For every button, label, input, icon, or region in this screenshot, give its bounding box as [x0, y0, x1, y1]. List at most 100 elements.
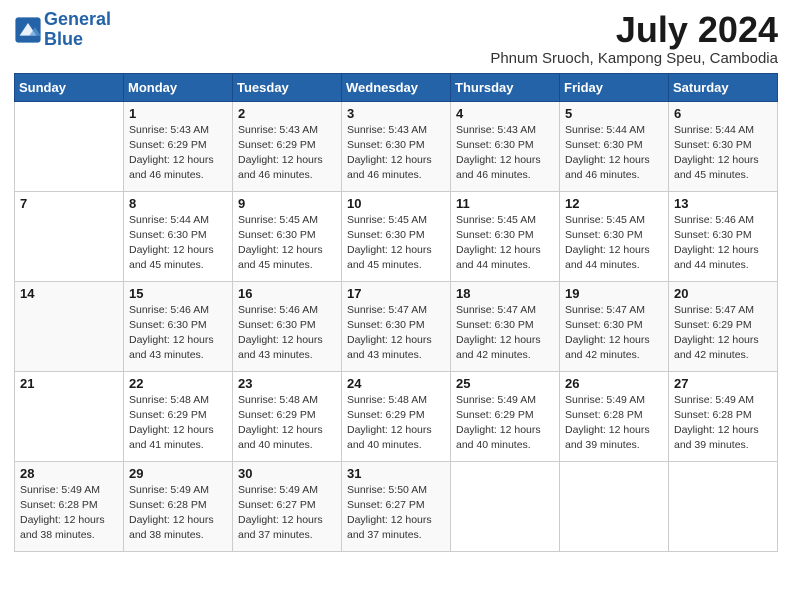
day-info: Sunrise: 5:49 AMSunset: 6:28 PMDaylight:…	[20, 483, 119, 544]
day-number: 25	[456, 376, 555, 391]
calendar-table: Sunday Monday Tuesday Wednesday Thursday…	[14, 73, 778, 552]
logo-text: General Blue	[44, 10, 111, 50]
day-info: Sunrise: 5:49 AMSunset: 6:28 PMDaylight:…	[129, 483, 228, 544]
day-number: 31	[347, 466, 446, 481]
day-info: Sunrise: 5:45 AMSunset: 6:30 PMDaylight:…	[238, 213, 337, 274]
header: General Blue July 2024 Phnum Sruoch, Kam…	[14, 10, 778, 67]
day-number: 15	[129, 286, 228, 301]
day-info: Sunrise: 5:49 AMSunset: 6:27 PMDaylight:…	[238, 483, 337, 544]
logo-line1: General	[44, 9, 111, 29]
day-number: 10	[347, 196, 446, 211]
table-row: 8 Sunrise: 5:44 AMSunset: 6:30 PMDaylight…	[124, 191, 233, 281]
calendar-week-row: 14 15 Sunrise: 5:46 AMSunset: 6:30 PMDayli…	[15, 281, 778, 371]
day-info: Sunrise: 5:45 AMSunset: 6:30 PMDaylight:…	[456, 213, 555, 274]
day-info: Sunrise: 5:49 AMSunset: 6:29 PMDaylight:…	[456, 393, 555, 454]
logo-icon	[14, 16, 42, 44]
calendar-week-row: 21 22Sunrise: 5:48 AMSunset: 6:29 PMDayli…	[15, 371, 778, 461]
day-number: 16	[238, 286, 337, 301]
table-row: 19 Sunrise: 5:47 AMSunset: 6:30 PMDayligh…	[560, 281, 669, 371]
day-info: Sunrise: 5:48 AMSunset: 6:29 PMDaylight:…	[129, 393, 228, 454]
table-row: 14	[15, 281, 124, 371]
title-block: July 2024 Phnum Sruoch, Kampong Speu, Ca…	[490, 10, 778, 67]
day-number: 2	[238, 106, 337, 121]
table-row	[451, 461, 560, 551]
day-number: 19	[565, 286, 664, 301]
col-friday: Friday	[560, 73, 669, 101]
table-row: 6 Sunrise: 5:44 AMSunset: 6:30 PMDaylight…	[669, 101, 778, 191]
day-info: Sunrise: 5:48 AMSunset: 6:29 PMDaylight:…	[347, 393, 446, 454]
day-info: Sunrise: 5:47 AMSunset: 6:29 PMDaylight:…	[674, 303, 773, 364]
day-number: 29	[129, 466, 228, 481]
table-row: 18 Sunrise: 5:47 AMSunset: 6:30 PMDayligh…	[451, 281, 560, 371]
day-number: 14	[20, 286, 119, 301]
table-row: 12 Sunrise: 5:45 AMSunset: 6:30 PMDayligh…	[560, 191, 669, 281]
col-thursday: Thursday	[451, 73, 560, 101]
table-row: 26 Sunrise: 5:49 AMSunset: 6:28 PMDayligh…	[560, 371, 669, 461]
table-row	[560, 461, 669, 551]
calendar-header-row: Sunday Monday Tuesday Wednesday Thursday…	[15, 73, 778, 101]
table-row: 4Sunrise: 5:43 AMSunset: 6:30 PMDaylight…	[451, 101, 560, 191]
day-number: 11	[456, 196, 555, 211]
day-info: Sunrise: 5:45 AMSunset: 6:30 PMDaylight:…	[347, 213, 446, 274]
month-title: July 2024	[490, 10, 778, 50]
table-row: 24 Sunrise: 5:48 AMSunset: 6:29 PMDayligh…	[342, 371, 451, 461]
day-number: 20	[674, 286, 773, 301]
table-row: 15 Sunrise: 5:46 AMSunset: 6:30 PMDayligh…	[124, 281, 233, 371]
table-row: 13Sunrise: 5:46 AMSunset: 6:30 PMDayligh…	[669, 191, 778, 281]
col-wednesday: Wednesday	[342, 73, 451, 101]
day-info: Sunrise: 5:47 AMSunset: 6:30 PMDaylight:…	[565, 303, 664, 364]
table-row: 16Sunrise: 5:46 AMSunset: 6:30 PMDayligh…	[233, 281, 342, 371]
day-number: 21	[20, 376, 119, 391]
table-row: 9Sunrise: 5:45 AMSunset: 6:30 PMDaylight…	[233, 191, 342, 281]
day-number: 7	[20, 196, 119, 211]
table-row: 3 Sunrise: 5:43 AMSunset: 6:30 PMDaylight…	[342, 101, 451, 191]
logo-line2: Blue	[44, 29, 83, 49]
day-info: Sunrise: 5:47 AMSunset: 6:30 PMDaylight:…	[347, 303, 446, 364]
calendar-week-row: 78 Sunrise: 5:44 AMSunset: 6:30 PMDayligh…	[15, 191, 778, 281]
day-number: 26	[565, 376, 664, 391]
day-number: 6	[674, 106, 773, 121]
table-row: 5Sunrise: 5:44 AMSunset: 6:30 PMDaylight…	[560, 101, 669, 191]
col-tuesday: Tuesday	[233, 73, 342, 101]
day-number: 3	[347, 106, 446, 121]
table-row: 20 Sunrise: 5:47 AMSunset: 6:29 PMDayligh…	[669, 281, 778, 371]
day-number: 13	[674, 196, 773, 211]
day-info: Sunrise: 5:44 AMSunset: 6:30 PMDaylight:…	[674, 123, 773, 184]
col-sunday: Sunday	[15, 73, 124, 101]
day-number: 30	[238, 466, 337, 481]
day-info: Sunrise: 5:49 AMSunset: 6:28 PMDaylight:…	[565, 393, 664, 454]
day-info: Sunrise: 5:43 AMSunset: 6:30 PMDaylight:…	[347, 123, 446, 184]
page: General Blue July 2024 Phnum Sruoch, Kam…	[0, 0, 792, 612]
table-row: 22Sunrise: 5:48 AMSunset: 6:29 PMDayligh…	[124, 371, 233, 461]
day-number: 17	[347, 286, 446, 301]
day-number: 24	[347, 376, 446, 391]
day-number: 5	[565, 106, 664, 121]
table-row: 17 Sunrise: 5:47 AMSunset: 6:30 PMDayligh…	[342, 281, 451, 371]
table-row	[669, 461, 778, 551]
table-row: 1Sunrise: 5:43 AMSunset: 6:29 PMDaylight…	[124, 101, 233, 191]
day-info: Sunrise: 5:50 AMSunset: 6:27 PMDaylight:…	[347, 483, 446, 544]
day-info: Sunrise: 5:44 AMSunset: 6:30 PMDaylight:…	[129, 213, 228, 274]
table-row	[15, 101, 124, 191]
table-row: 25 Sunrise: 5:49 AMSunset: 6:29 PMDayligh…	[451, 371, 560, 461]
day-info: Sunrise: 5:46 AMSunset: 6:30 PMDaylight:…	[129, 303, 228, 364]
table-row: 23Sunrise: 5:48 AMSunset: 6:29 PMDayligh…	[233, 371, 342, 461]
day-info: Sunrise: 5:43 AMSunset: 6:29 PMDaylight:…	[238, 123, 337, 184]
day-number: 8	[129, 196, 228, 211]
table-row: 7	[15, 191, 124, 281]
day-info: Sunrise: 5:47 AMSunset: 6:30 PMDaylight:…	[456, 303, 555, 364]
col-saturday: Saturday	[669, 73, 778, 101]
col-monday: Monday	[124, 73, 233, 101]
table-row: 29 Sunrise: 5:49 AMSunset: 6:28 PMDayligh…	[124, 461, 233, 551]
calendar-week-row: 1Sunrise: 5:43 AMSunset: 6:29 PMDaylight…	[15, 101, 778, 191]
day-info: Sunrise: 5:43 AMSunset: 6:29 PMDaylight:…	[129, 123, 228, 184]
day-info: Sunrise: 5:48 AMSunset: 6:29 PMDaylight:…	[238, 393, 337, 454]
table-row: 21	[15, 371, 124, 461]
day-info: Sunrise: 5:45 AMSunset: 6:30 PMDaylight:…	[565, 213, 664, 274]
day-number: 18	[456, 286, 555, 301]
day-number: 4	[456, 106, 555, 121]
day-number: 12	[565, 196, 664, 211]
table-row: 2 Sunrise: 5:43 AMSunset: 6:29 PMDaylight…	[233, 101, 342, 191]
location-title: Phnum Sruoch, Kampong Speu, Cambodia	[490, 50, 778, 67]
calendar-week-row: 28Sunrise: 5:49 AMSunset: 6:28 PMDayligh…	[15, 461, 778, 551]
